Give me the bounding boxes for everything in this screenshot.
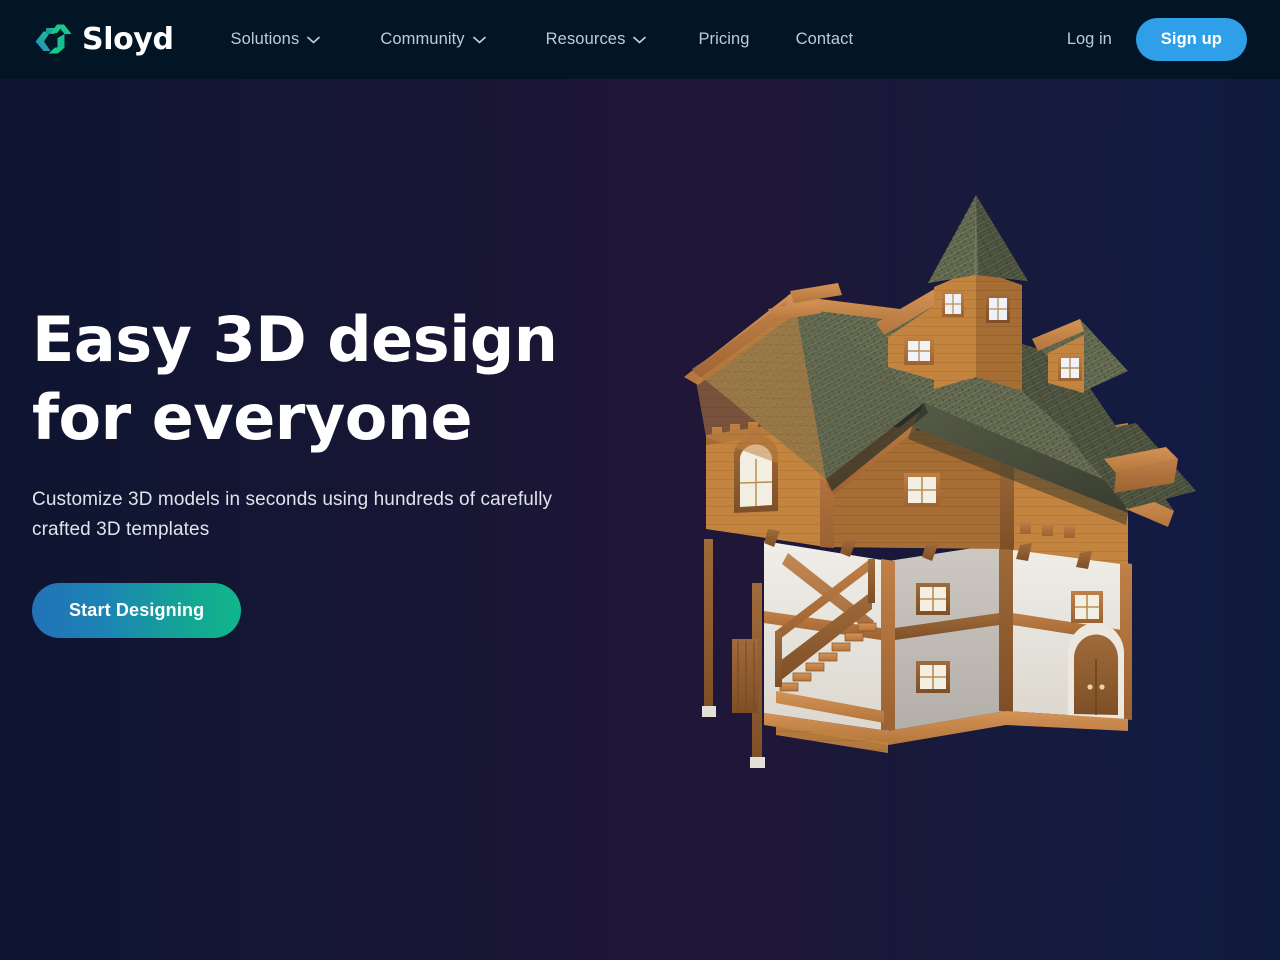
signup-button[interactable]: Sign up	[1135, 18, 1247, 61]
hero-copy: Easy 3D design for everyone Customize 3D…	[32, 301, 612, 638]
nav-item-resources[interactable]: Resources	[531, 22, 662, 57]
nav-item-label: Solutions	[230, 30, 300, 48]
start-designing-button[interactable]: Start Designing	[32, 583, 242, 638]
medieval-house-3d-illustration	[684, 195, 1196, 768]
landing-page: Sloyd Solutions Community Resources Pric…	[0, 0, 1280, 960]
nav-item-contact[interactable]: Contact	[781, 22, 869, 57]
nav-item-pricing[interactable]: Pricing	[683, 22, 764, 57]
nav-item-community[interactable]: Community	[365, 22, 500, 57]
main-navigation: Solutions Community Resources Pricing Co…	[216, 22, 1053, 57]
brand-logo-link[interactable]: Sloyd	[33, 20, 174, 60]
hero-inner: Easy 3D design for everyone Customize 3D…	[0, 79, 1280, 960]
chevron-down-icon	[307, 36, 321, 44]
brand-name: Sloyd	[82, 21, 174, 57]
login-link[interactable]: Log in	[1053, 22, 1126, 57]
chevron-down-icon	[472, 36, 486, 44]
nav-item-label: Resources	[545, 30, 626, 48]
chevron-down-icon	[633, 36, 647, 44]
site-header: Sloyd Solutions Community Resources Pric…	[0, 0, 1280, 79]
hero-3d-model[interactable]	[676, 191, 1236, 771]
hero-title: Easy 3D design for everyone	[32, 303, 558, 454]
hero-subtitle: Customize 3D models in seconds using hun…	[32, 489, 553, 540]
nav-item-solutions[interactable]: Solutions	[216, 22, 336, 57]
hero-section: Easy 3D design for everyone Customize 3D…	[0, 79, 1280, 960]
sloyd-logo-icon	[33, 20, 75, 60]
nav-item-label: Community	[380, 30, 465, 48]
header-actions: Log in Sign up	[1053, 18, 1247, 61]
